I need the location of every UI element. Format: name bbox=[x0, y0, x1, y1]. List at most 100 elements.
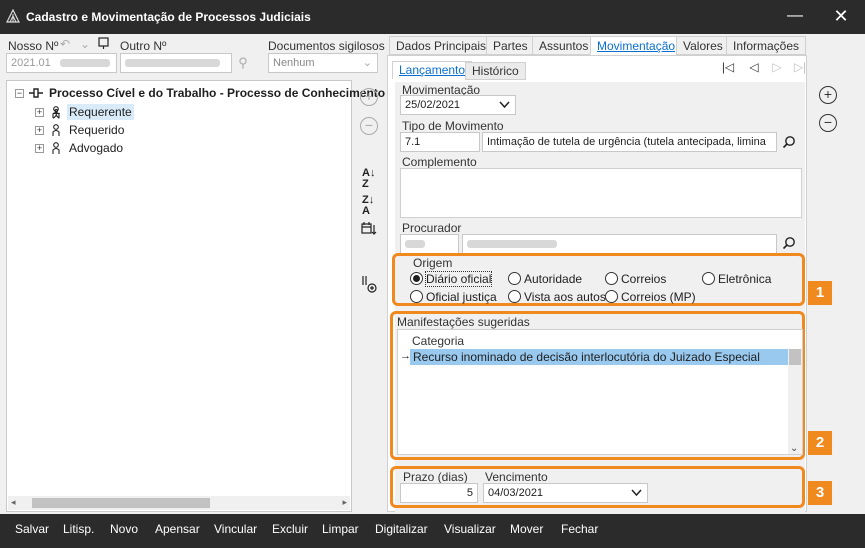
sort-az-icon[interactable]: A↓ Z bbox=[362, 168, 375, 190]
procurador-label: Procurador bbox=[402, 221, 462, 235]
radio-correios[interactable]: Correios bbox=[605, 271, 666, 286]
tab-assuntos[interactable]: Assuntos bbox=[532, 36, 596, 55]
horizontal-scrollbar[interactable]: ◂ ▸ bbox=[8, 496, 350, 510]
scrollbar-thumb[interactable] bbox=[32, 498, 210, 508]
subtab-historico[interactable]: Histórico bbox=[465, 62, 526, 80]
expand-icon[interactable]: + bbox=[35, 144, 44, 153]
radio-vista-aos-autos[interactable]: Vista aos autos bbox=[508, 289, 606, 304]
radio-autoridade[interactable]: Autoridade bbox=[508, 271, 582, 286]
radio-diario-oficial[interactable]: Diário oficial bbox=[410, 270, 493, 287]
last-record-icon[interactable]: ▷| bbox=[792, 59, 808, 75]
mover-button[interactable]: Mover bbox=[510, 522, 543, 536]
redacted-text bbox=[405, 240, 425, 249]
search-icon[interactable] bbox=[782, 135, 796, 149]
close-button[interactable]: ✕ bbox=[826, 5, 856, 29]
redacted-text bbox=[467, 240, 557, 249]
radio-eletronica[interactable]: Eletrônica bbox=[702, 271, 771, 286]
tab-partes[interactable]: Partes bbox=[486, 36, 535, 55]
scroll-left-icon[interactable]: ◂ bbox=[11, 497, 16, 508]
search-icon[interactable]: ⚲ bbox=[234, 55, 252, 71]
collapse-icon[interactable]: − bbox=[15, 89, 24, 98]
tree-item-requerente[interactable]: Requerente bbox=[67, 104, 134, 120]
tree-item-requerido[interactable]: Requerido bbox=[69, 123, 124, 137]
sort-date-icon[interactable] bbox=[361, 222, 377, 236]
outro-no-label: Outro Nº bbox=[120, 39, 167, 53]
person-icon bbox=[52, 142, 60, 154]
next-record-icon[interactable]: ▷ bbox=[769, 59, 785, 75]
process-node-icon bbox=[29, 88, 43, 98]
radio-dot bbox=[702, 272, 715, 286]
visualizar-button[interactable]: Visualizar bbox=[444, 522, 496, 536]
apensar-button[interactable]: Apensar bbox=[155, 522, 200, 536]
table-row[interactable]: Recurso inominado de decisão interlocutó… bbox=[410, 349, 788, 365]
redacted-text bbox=[59, 59, 110, 68]
sort-za-icon[interactable]: Z↓ A bbox=[362, 195, 374, 217]
tipo-movimento-code-field[interactable]: 7.1 bbox=[400, 132, 480, 152]
radio-dot bbox=[508, 290, 521, 304]
tab-movimentacao[interactable]: Movimentação bbox=[590, 36, 683, 55]
add-filter-icon[interactable] bbox=[361, 275, 377, 293]
tab-informacoes[interactable]: Informações bbox=[726, 36, 807, 55]
tab-valores[interactable]: Valores bbox=[676, 36, 730, 55]
limpar-button[interactable]: Limpar bbox=[322, 522, 359, 536]
fechar-button[interactable]: Fechar bbox=[561, 522, 598, 536]
search-icon[interactable] bbox=[782, 236, 796, 250]
expand-icon[interactable]: + bbox=[35, 108, 44, 117]
digitalizar-button[interactable]: Digitalizar bbox=[375, 522, 428, 536]
redacted-text bbox=[125, 59, 220, 68]
chevron-down-icon[interactable]: ⌄ bbox=[78, 37, 92, 51]
column-header-categoria[interactable]: Categoria bbox=[412, 334, 464, 348]
minimize-button[interactable]: — bbox=[780, 5, 810, 29]
prazo-field[interactable]: 5 bbox=[400, 483, 478, 503]
scrollbar-thumb[interactable] bbox=[789, 349, 801, 365]
undo-icon[interactable]: ↶ bbox=[58, 37, 72, 51]
outro-no-field[interactable] bbox=[120, 53, 232, 73]
complemento-textarea[interactable] bbox=[400, 168, 802, 218]
app-logo-icon bbox=[6, 9, 20, 23]
radio-dot bbox=[605, 290, 618, 304]
subtab-lancamento[interactable]: Lançamento bbox=[392, 61, 473, 79]
chevron-down-icon bbox=[631, 489, 642, 497]
scroll-down-icon[interactable]: ⌄ bbox=[790, 443, 798, 454]
radio-correios-mp[interactable]: Correios (MP) bbox=[605, 289, 696, 304]
process-tree[interactable]: − Processo Cível e do Trabalho - Process… bbox=[6, 80, 385, 512]
bookmark-icon[interactable] bbox=[98, 37, 109, 50]
novo-button[interactable]: Novo bbox=[110, 522, 138, 536]
window-title: Cadastro e Movimentação de Processos Jud… bbox=[26, 10, 311, 24]
procurador-code-field[interactable] bbox=[400, 234, 459, 254]
radio-dot bbox=[410, 290, 423, 304]
remove-node-button[interactable]: − bbox=[360, 117, 378, 135]
radio-label: Diário oficial bbox=[424, 270, 493, 287]
nosso-no-field[interactable]: 2021.01 bbox=[6, 53, 117, 73]
previous-record-icon[interactable]: ◁ bbox=[746, 59, 762, 75]
scroll-right-icon[interactable]: ▸ bbox=[342, 497, 347, 508]
first-record-icon[interactable]: |◁ bbox=[720, 59, 736, 75]
tipo-movimento-description-field[interactable]: Intimação de tutela de urgência (tutela … bbox=[482, 132, 777, 152]
radio-label: Oficial justiça bbox=[426, 289, 497, 304]
step-badge-2: 2 bbox=[808, 431, 832, 455]
tree-item-advogado[interactable]: Advogado bbox=[69, 141, 123, 155]
excluir-button[interactable]: Excluir bbox=[272, 522, 308, 536]
remove-movement-button[interactable]: − bbox=[819, 114, 837, 132]
tab-dados-principais[interactable]: Dados Principais bbox=[389, 36, 494, 55]
chevron-down-icon bbox=[499, 101, 510, 109]
radio-oficial-justica[interactable]: Oficial justiça bbox=[410, 289, 497, 304]
vertical-scrollbar[interactable]: ⌄ bbox=[788, 349, 802, 454]
expand-icon[interactable]: + bbox=[35, 126, 44, 135]
procurador-name-field[interactable] bbox=[462, 234, 777, 254]
person-icon bbox=[52, 124, 60, 136]
manifestacoes-grid[interactable]: Categoria → Recurso inominado de decisão… bbox=[397, 329, 803, 455]
nosso-no-value: 2021.01 bbox=[11, 57, 51, 69]
origem-label: Origem bbox=[413, 256, 453, 270]
salvar-button[interactable]: Salvar bbox=[15, 522, 49, 536]
title-bar: Cadastro e Movimentação de Processos Jud… bbox=[0, 0, 865, 34]
complemento-label: Complemento bbox=[402, 155, 477, 169]
vincular-button[interactable]: Vincular bbox=[214, 522, 257, 536]
litisp-button[interactable]: Litisp. bbox=[63, 522, 94, 536]
vencimento-date-picker[interactable]: 04/03/2021 bbox=[483, 483, 648, 503]
add-node-button[interactable]: + bbox=[360, 88, 378, 106]
movimentacao-date-picker[interactable]: 25/02/2021 bbox=[400, 95, 516, 115]
add-movement-button[interactable]: + bbox=[819, 86, 837, 104]
documentos-sigilosos-select[interactable]: Nenhum ⌄ bbox=[268, 53, 378, 73]
tree-root-label[interactable]: Processo Cível e do Trabalho - Processo … bbox=[49, 86, 385, 100]
